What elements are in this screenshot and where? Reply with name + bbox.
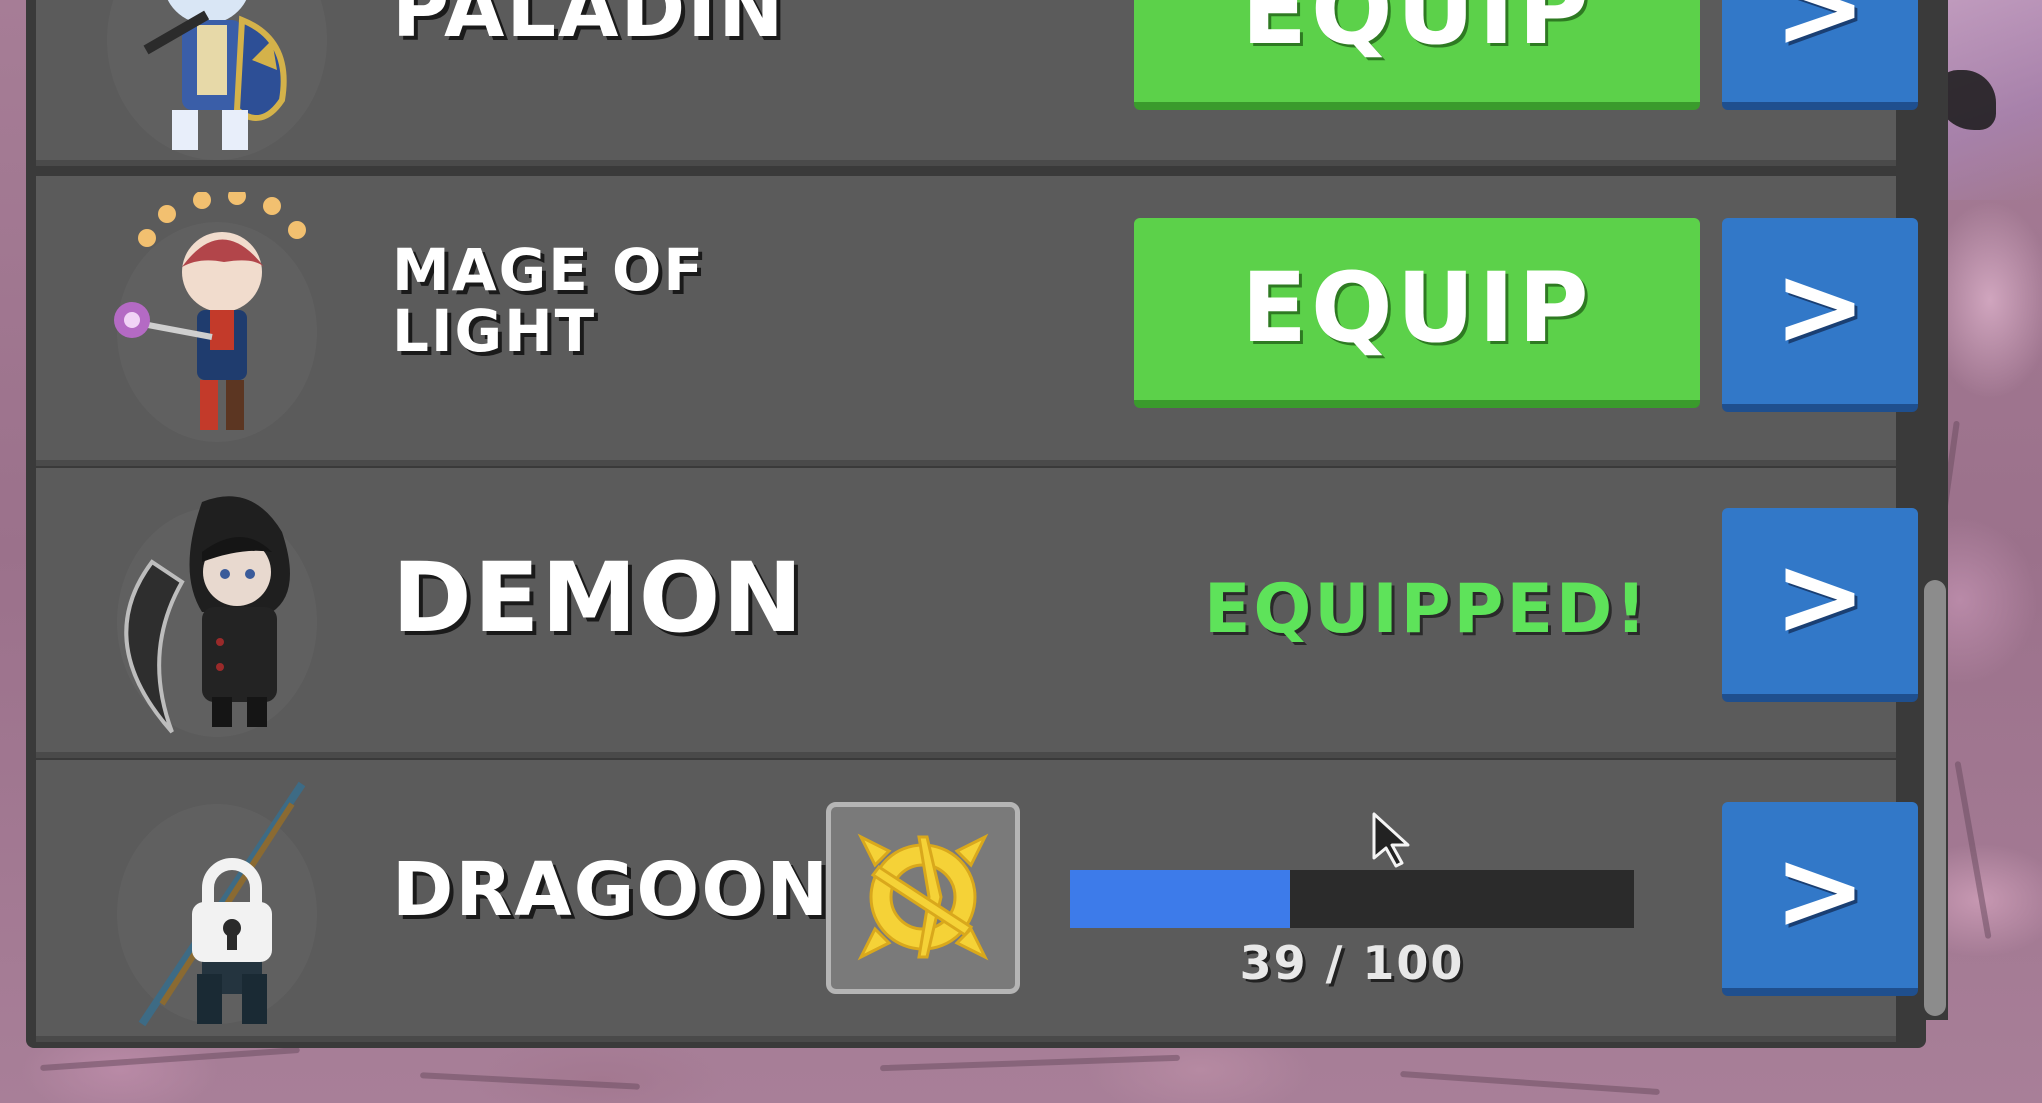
class-row-mage-of-light: MAGE OF LIGHT EQUIP > — [36, 176, 1918, 466]
padlock-icon — [186, 856, 278, 966]
demon-portrait-icon — [102, 482, 332, 742]
details-button-demon[interactable]: > — [1722, 508, 1918, 702]
class-name-mage-line1: MAGE OF — [392, 236, 705, 304]
details-button-paladin[interactable]: > — [1722, 0, 1918, 110]
mouse-cursor-icon — [1370, 812, 1414, 868]
class-row-demon: DEMON EQUIPPED! > — [36, 468, 1918, 758]
unlock-progress-fill — [1070, 870, 1290, 928]
class-name-paladin: PALADIN — [392, 0, 786, 55]
details-button-mage-of-light[interactable]: > — [1722, 218, 1918, 412]
equip-button-mage-of-light[interactable]: EQUIP — [1134, 218, 1700, 408]
class-name-mage-line2: LIGHT — [392, 296, 597, 365]
equip-button-paladin[interactable]: EQUIP — [1134, 0, 1700, 110]
gold-emblem-icon — [826, 802, 1020, 994]
class-name-mage-of-light: MAGE OF LIGHT — [392, 240, 705, 362]
class-name-demon: DEMON — [392, 542, 805, 654]
unlock-progress-text: 39 / 100 — [1239, 936, 1465, 990]
mage-portrait-icon — [102, 187, 332, 452]
scrollbar-thumb[interactable] — [1924, 580, 1946, 1016]
unlock-progress-bar — [1070, 870, 1634, 928]
details-button-dragoon[interactable]: > — [1722, 802, 1918, 996]
equipped-status-label: EQUIPPED! — [1204, 570, 1650, 649]
paladin-portrait-icon — [102, 0, 332, 170]
class-name-dragoon: DRAGOON — [392, 847, 831, 933]
class-row-paladin: PALADIN EQUIP > — [36, 0, 1918, 166]
